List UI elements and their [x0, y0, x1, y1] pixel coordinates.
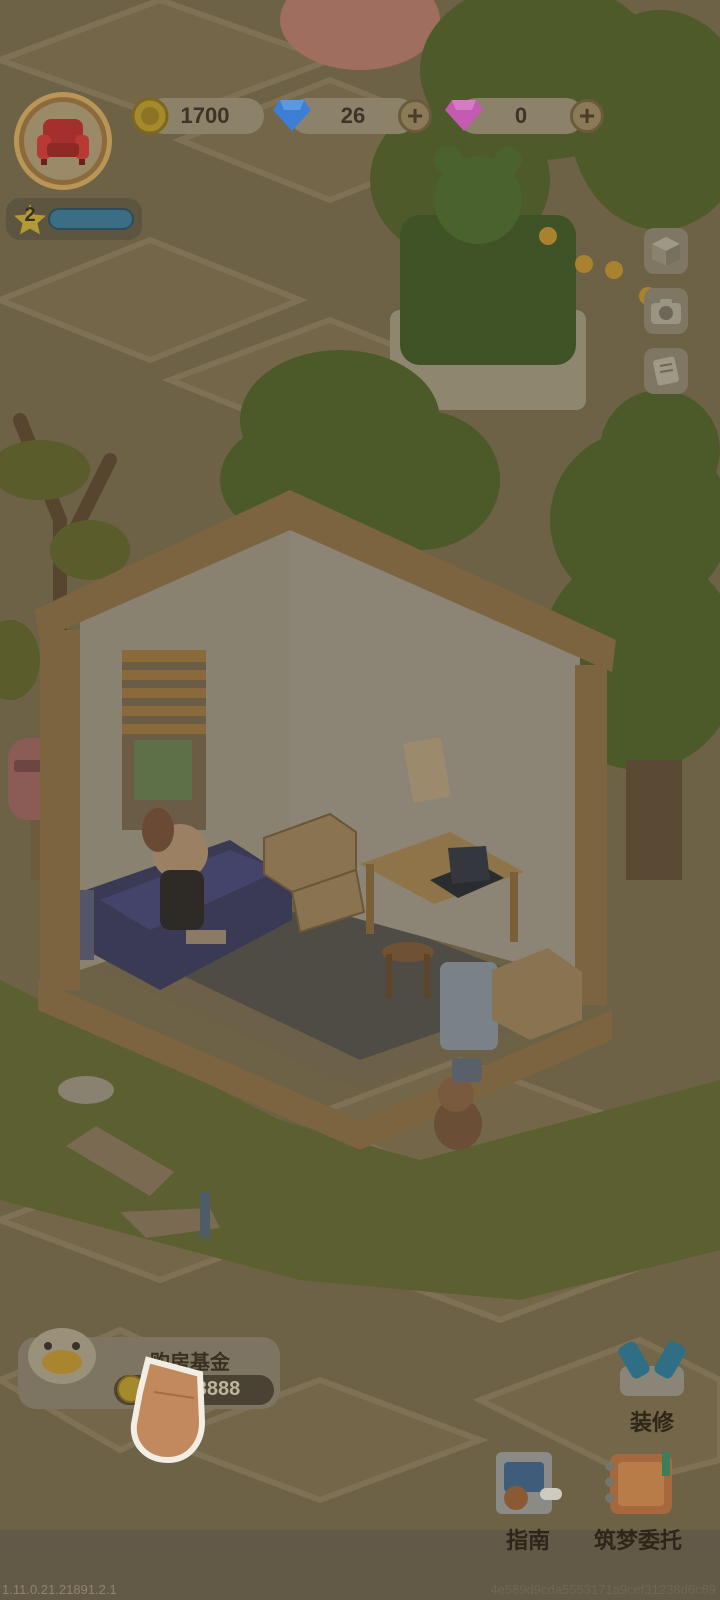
tutorial-hand-pointer [130, 1356, 206, 1464]
diamond-icon [273, 100, 311, 131]
cube-button[interactable] [644, 228, 688, 274]
build-hash-text: 4e589d9cda5553171a9cef31238d6c89 [490, 1582, 716, 1597]
note-button[interactable] [644, 348, 688, 394]
note-icon [653, 356, 679, 386]
window [122, 650, 206, 830]
dream-commission-button[interactable]: 筑梦委托 [584, 1448, 692, 1553]
add-gem-button[interactable]: + [570, 99, 604, 133]
dream-commission-label: 筑梦委托 [593, 1528, 682, 1553]
avatar [24, 102, 102, 180]
renovate-icon [618, 1341, 686, 1396]
coin-icon [131, 97, 169, 135]
version-text: 1.11.0.21.21891.2.1 [2, 1582, 117, 1597]
xp-progress-bar [48, 208, 134, 230]
level-value: 2 [24, 204, 36, 226]
renovate-button[interactable]: 装修 [612, 1338, 692, 1435]
notebook-icon [605, 1452, 672, 1514]
suitcase [440, 962, 498, 1050]
renovate-label: 装修 [629, 1410, 674, 1435]
armchair-icon [37, 119, 89, 165]
camera-icon [651, 299, 681, 324]
cube-icon [652, 237, 680, 266]
guide-label: 指南 [505, 1528, 550, 1553]
pipe [200, 1192, 210, 1238]
piggy-bank-icon [28, 1328, 96, 1384]
profile-avatar-button[interactable] [14, 92, 112, 190]
guide-book-icon [496, 1452, 562, 1514]
add-diamond-button[interactable]: + [398, 99, 432, 133]
camera-button[interactable] [644, 288, 688, 334]
pink-gem-icon [445, 100, 483, 131]
guide-button[interactable]: 指南 [486, 1448, 570, 1553]
